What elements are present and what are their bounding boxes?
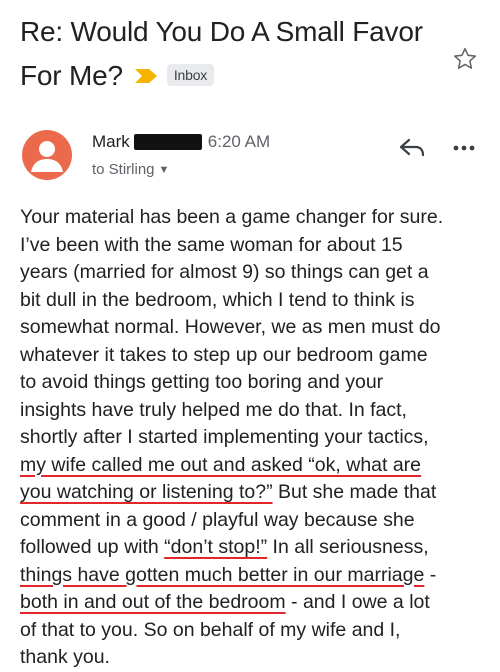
- redacted-surname: [133, 133, 202, 150]
- body-line: my wife called me out and asked “ok, wha…: [20, 452, 492, 480]
- avatar[interactable]: [22, 130, 72, 180]
- inbox-label-chip[interactable]: Inbox: [166, 63, 215, 86]
- body-line: thank you.: [20, 646, 110, 668]
- reply-icon[interactable]: [398, 136, 426, 160]
- highlighted-phrase: things have gotten much better in our ma…: [20, 563, 425, 586]
- highlighted-phrase: my wife called me out and asked “ok, wha…: [20, 453, 422, 476]
- body-text-segment: In all seriousness,: [267, 536, 429, 558]
- person-icon: [31, 141, 63, 172]
- body-line: years (married for almost 9) so things c…: [20, 261, 429, 283]
- body-text-segment: -: [424, 563, 437, 586]
- body-line: whatever it takes to step up our bedroom…: [20, 343, 428, 366]
- sender-name[interactable]: Mark: [92, 132, 130, 151]
- body-line: both in and out of the bedroom - and I o…: [20, 589, 492, 617]
- subject-line-2: For Me?: [20, 60, 123, 91]
- body-line: shortly after I started implementing you…: [20, 426, 429, 448]
- body-line: bit dull in the bedroom, which I tend to…: [20, 288, 415, 311]
- star-icon[interactable]: [452, 46, 478, 72]
- importance-marker-icon[interactable]: [134, 68, 157, 83]
- body-line: things have gotten much better in our ma…: [20, 562, 492, 590]
- email-time: 6:20 AM: [207, 132, 271, 151]
- email-body: Your material has been a game changer fo…: [20, 204, 492, 672]
- body-line: comment in a good / playful way because …: [20, 508, 415, 531]
- body-text-segment: - and I owe a lot: [285, 591, 430, 613]
- recipient-text: to Stirling: [92, 161, 155, 178]
- body-line: somewhat normal. However, we as men must…: [20, 316, 441, 338]
- chevron-down-icon[interactable]: ▼: [159, 160, 170, 180]
- body-text-segment: followed up with: [20, 536, 165, 558]
- body-line: insights have truly helped me do that. I…: [20, 398, 407, 421]
- highlighted-phrase: both in and out of the bedroom: [20, 591, 286, 613]
- more-options-icon[interactable]: [450, 136, 478, 160]
- subject-line-1: Re: Would You Do A Small Favor: [20, 16, 423, 47]
- body-line: followed up with “don’t stop!” In all se…: [20, 534, 492, 562]
- sender-row[interactable]: Mark 6:20 AM: [92, 130, 270, 154]
- recipient-details[interactable]: to Stirling ▼: [92, 160, 169, 181]
- highlighted-phrase: you watching or listening to?”: [20, 481, 273, 503]
- body-line: Your material has been a game changer fo…: [20, 206, 444, 228]
- email-subject: Re: Would You Do A Small Favor For Me? In…: [20, 10, 440, 98]
- body-line: I’ve been with the same woman for about …: [20, 233, 403, 256]
- body-text-segment: But she made that: [272, 481, 437, 503]
- body-line: you watching or listening to?” But she m…: [20, 479, 492, 507]
- highlighted-phrase: “don’t stop!”: [164, 536, 268, 558]
- body-line: to avoid things getting too boring and y…: [20, 371, 384, 393]
